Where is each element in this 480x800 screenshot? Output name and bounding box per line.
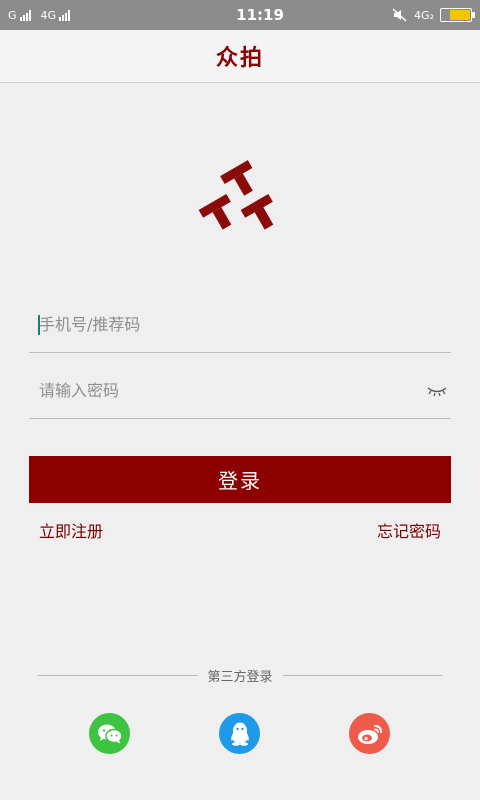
divider-line xyxy=(282,674,443,676)
wechat-login-button[interactable] xyxy=(89,713,130,754)
clock: 11:19 xyxy=(236,6,284,24)
phone-field[interactable] xyxy=(29,297,451,353)
forgot-password-link[interactable]: 忘记密码 xyxy=(377,518,441,542)
signal-bars-icon xyxy=(59,9,71,21)
network-label: 4G₂ xyxy=(414,8,434,22)
password-field[interactable] xyxy=(29,363,451,419)
carrier-2-label: 4G xyxy=(40,8,57,22)
signal-bars-icon xyxy=(19,9,31,21)
status-bar: G 4G 11:19 4G₂ xyxy=(0,0,480,30)
third-party-label: 第三方登录 xyxy=(207,669,273,685)
eye-closed-icon[interactable] xyxy=(427,385,447,397)
title-bar: 众拍 xyxy=(0,30,480,83)
text-cursor xyxy=(38,315,40,335)
carrier-1-label: G xyxy=(8,8,17,22)
battery-icon xyxy=(440,8,475,22)
app-title: 众拍 xyxy=(215,46,264,71)
password-input[interactable] xyxy=(29,381,389,400)
app-logo-icon xyxy=(198,160,274,230)
divider-line xyxy=(38,674,198,676)
wechat-icon xyxy=(97,724,123,743)
phone-input[interactable] xyxy=(29,315,389,334)
signal-1: G xyxy=(8,9,31,22)
status-right: 4G₂ xyxy=(392,8,475,22)
login-button[interactable]: 登录 xyxy=(29,456,451,503)
register-link[interactable]: 立即注册 xyxy=(39,518,103,542)
qq-login-button[interactable] xyxy=(219,713,260,754)
weibo-login-button[interactable] xyxy=(349,713,390,754)
weibo-icon xyxy=(357,724,382,744)
signal-2: 4G xyxy=(41,9,71,22)
mute-icon xyxy=(392,8,407,22)
signal-group: G 4G xyxy=(8,9,188,22)
qq-icon xyxy=(230,722,249,746)
third-party-divider: 第三方登录 xyxy=(38,665,443,685)
